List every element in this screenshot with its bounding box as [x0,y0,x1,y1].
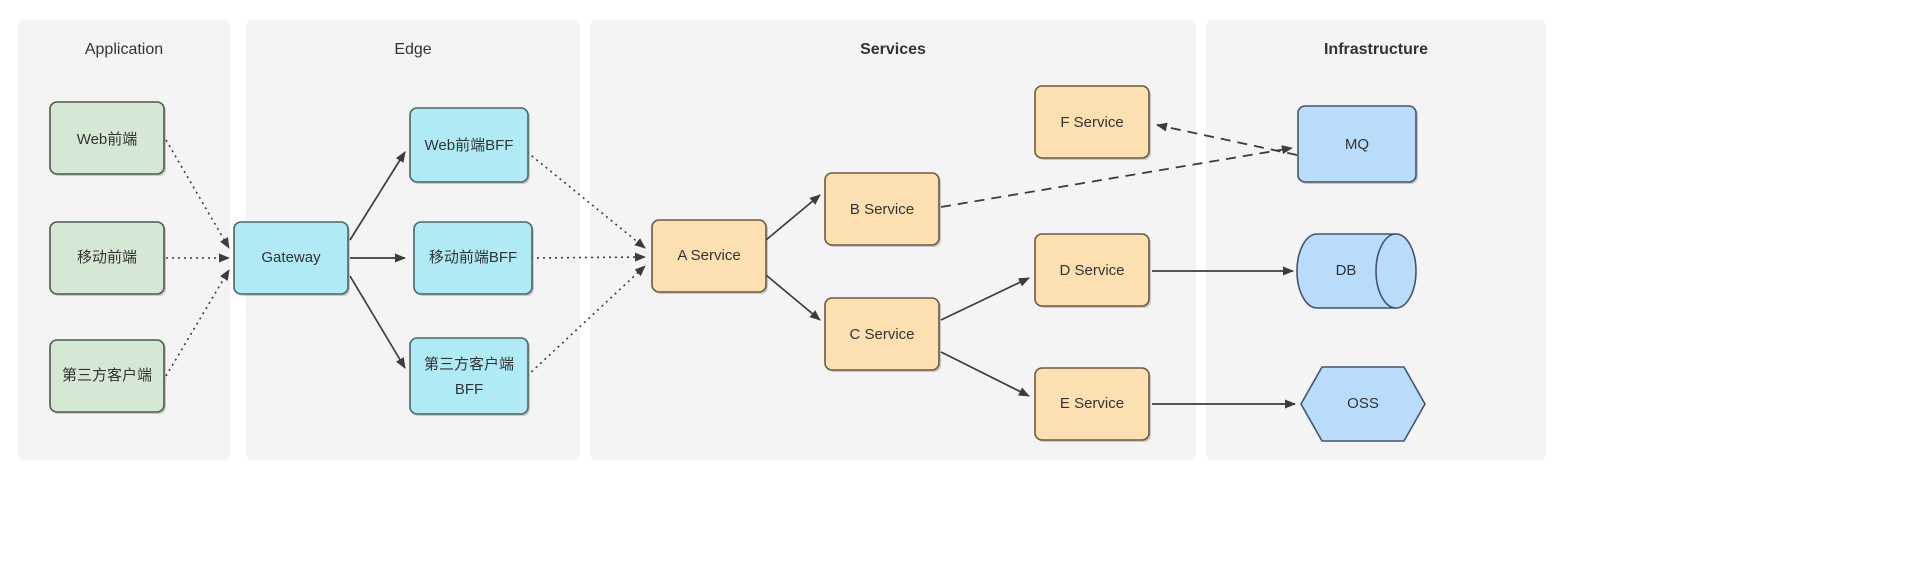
node-b-service[interactable]: B Service [824,172,941,247]
node-oss-label: OSS [1347,395,1379,412]
node-mobile-frontend-label: 移动前端 [77,249,137,266]
node-a-service-label: A Service [677,247,740,264]
node-web-frontend[interactable]: Web前端 [49,101,166,176]
node-gateway-label: Gateway [261,249,321,266]
node-third-party-bff-label-line2: BFF [455,381,483,398]
node-third-party-bff-label-line1: 第三方客户端 [424,355,514,373]
node-mq-label: MQ [1345,136,1369,153]
node-third-party-bff-shape[interactable] [409,337,529,415]
node-f-service-label: F Service [1060,114,1123,131]
cluster-application-title: Application [85,41,163,58]
node-e-service-label: E Service [1060,395,1124,412]
node-web-bff-label: Web前端BFF [425,137,514,154]
cluster-infrastructure-title: Infrastructure [1324,41,1428,58]
node-b-service-label: B Service [850,201,914,218]
node-a-service[interactable]: A Service [651,219,768,294]
node-mq[interactable]: MQ [1297,105,1418,184]
node-e-service[interactable]: E Service [1034,367,1151,442]
node-f-service[interactable]: F Service [1034,85,1151,160]
node-d-service-label: D Service [1059,262,1124,279]
node-c-service-label: C Service [849,326,914,343]
node-third-party-bff[interactable]: 第三方客户端 BFF [409,337,530,416]
node-mobile-bff-label: 移动前端BFF [429,249,517,266]
node-third-party-client-label: 第三方客户端 [62,366,152,384]
node-d-service[interactable]: D Service [1034,233,1151,308]
node-db-label: DB [1336,262,1357,279]
node-third-party-client[interactable]: 第三方客户端 [49,339,166,414]
node-db-shape[interactable] [1296,233,1417,309]
node-web-frontend-label: Web前端 [77,131,138,148]
architecture-diagram: Application Edge Services Infrastructure [0,0,1920,587]
cluster-edge-title: Edge [394,41,431,58]
node-c-service[interactable]: C Service [824,297,941,372]
node-mobile-frontend[interactable]: 移动前端 [49,221,166,296]
node-mobile-bff[interactable]: 移动前端BFF [413,221,534,296]
cluster-services-title: Services [860,41,926,58]
diagram-canvas: Application Edge Services Infrastructure [18,20,1546,460]
node-gateway[interactable]: Gateway [233,221,350,296]
node-db[interactable]: DB [1296,233,1417,309]
node-oss[interactable]: OSS [1300,366,1426,442]
node-web-bff[interactable]: Web前端BFF [409,107,530,184]
